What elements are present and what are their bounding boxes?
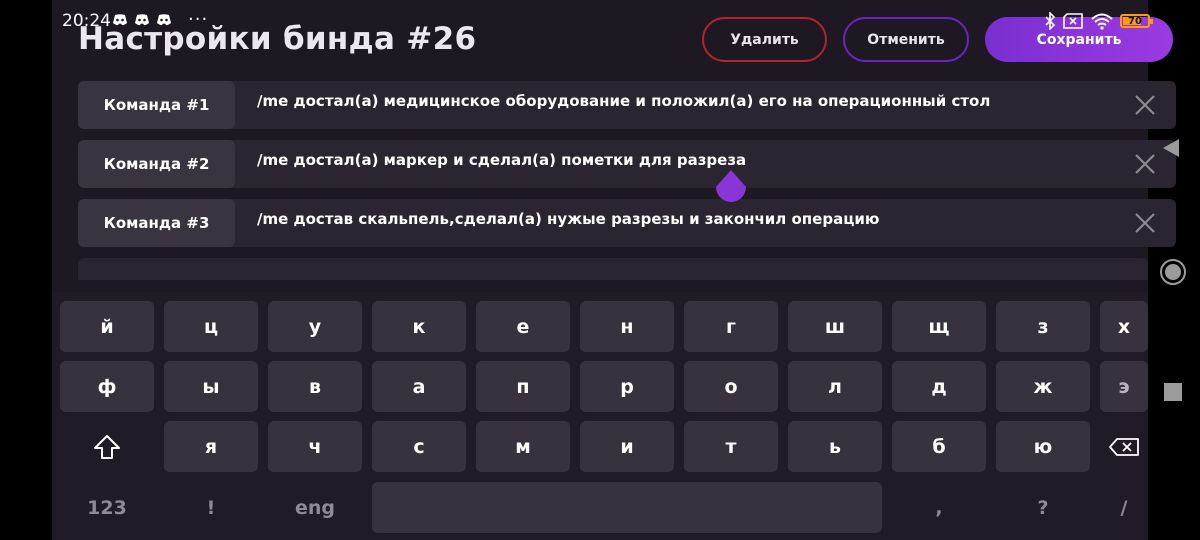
command-row-partial bbox=[78, 258, 1148, 280]
space-key[interactable] bbox=[372, 482, 882, 533]
key-ь[interactable]: ь bbox=[788, 421, 882, 472]
close-icon[interactable] bbox=[1134, 94, 1156, 116]
keyboard: й ц у к е н г ш щ з х ф ы в а п р о л д … bbox=[52, 292, 1148, 540]
nav-back-icon[interactable] bbox=[1162, 138, 1180, 158]
language-key[interactable]: eng bbox=[268, 482, 362, 533]
key-с[interactable]: с bbox=[372, 421, 466, 472]
more-notifications-icon: ··· bbox=[188, 9, 209, 30]
wifi-icon bbox=[1091, 13, 1113, 30]
key-т[interactable]: т bbox=[684, 421, 778, 472]
key-з[interactable]: з bbox=[996, 301, 1090, 352]
discord-icon bbox=[157, 14, 171, 26]
key-й[interactable]: й bbox=[60, 301, 154, 352]
key-д[interactable]: д bbox=[892, 361, 986, 412]
nav-recent-icon[interactable] bbox=[1164, 383, 1182, 401]
key-э[interactable]: э bbox=[1100, 361, 1148, 412]
command-label[interactable]: Команда #2 bbox=[78, 140, 235, 188]
key-slash[interactable]: / bbox=[1100, 482, 1148, 533]
close-icon[interactable] bbox=[1134, 153, 1156, 175]
close-icon[interactable] bbox=[1134, 212, 1156, 234]
key-п[interactable]: п bbox=[476, 361, 570, 412]
key-н[interactable]: н bbox=[580, 301, 674, 352]
command-input[interactable]: /me достал(а) маркер и сделал(а) пометки… bbox=[257, 151, 746, 169]
key-ц[interactable]: ц bbox=[164, 301, 258, 352]
key-comma[interactable]: , bbox=[892, 482, 986, 533]
command-input[interactable]: /me достав скальпель,сделал(а) нужые раз… bbox=[257, 210, 879, 228]
key-г[interactable]: г bbox=[684, 301, 778, 352]
command-label[interactable]: Команда #1 bbox=[78, 81, 235, 129]
key-а[interactable]: а bbox=[372, 361, 466, 412]
key-б[interactable]: б bbox=[892, 421, 986, 472]
command-input[interactable]: /me достал(а) медицинское оборудование и… bbox=[257, 92, 990, 110]
key-ф[interactable]: ф bbox=[60, 361, 154, 412]
text-cursor-handle-icon[interactable] bbox=[714, 168, 748, 206]
key-щ[interactable]: щ bbox=[892, 301, 986, 352]
key-ш[interactable]: ш bbox=[788, 301, 882, 352]
discord-icon bbox=[113, 14, 127, 26]
battery-percent: 70 bbox=[1128, 15, 1142, 27]
status-time: 20:24 bbox=[62, 11, 111, 31]
key-х[interactable]: х bbox=[1100, 301, 1148, 352]
key-ы[interactable]: ы bbox=[164, 361, 258, 412]
status-icons: 70 bbox=[1044, 10, 1153, 32]
key-exclaim[interactable]: ! bbox=[164, 482, 258, 533]
command-row: Команда #2 /me достал(а) маркер и сделал… bbox=[78, 140, 1176, 188]
key-м[interactable]: м bbox=[476, 421, 570, 472]
shift-icon bbox=[94, 434, 120, 459]
backspace-key[interactable] bbox=[1100, 421, 1148, 472]
command-label[interactable]: Команда #3 bbox=[78, 199, 235, 247]
key-и[interactable]: и bbox=[580, 421, 674, 472]
nav-home-icon[interactable] bbox=[1159, 258, 1187, 286]
bluetooth-icon bbox=[1045, 12, 1056, 30]
discord-icon bbox=[135, 14, 149, 26]
backspace-icon bbox=[1109, 437, 1139, 456]
battery-icon: 70 bbox=[1120, 14, 1153, 28]
key-о[interactable]: о bbox=[684, 361, 778, 412]
command-row: Команда #1 /me достал(а) медицинское обо… bbox=[78, 81, 1176, 129]
key-е[interactable]: е bbox=[476, 301, 570, 352]
key-у[interactable]: у bbox=[268, 301, 362, 352]
shift-key[interactable] bbox=[60, 421, 154, 472]
key-question[interactable]: ? bbox=[996, 482, 1090, 533]
sim-icon bbox=[1063, 13, 1083, 29]
command-row: Команда #3 /me достав скальпель,сделал(а… bbox=[78, 199, 1176, 247]
key-ч[interactable]: ч bbox=[268, 421, 362, 472]
numbers-key[interactable]: 123 bbox=[60, 482, 154, 533]
status-bar: 20:24 ··· 70 bbox=[60, 8, 1153, 34]
key-л[interactable]: л bbox=[788, 361, 882, 412]
key-ю[interactable]: ю bbox=[996, 421, 1090, 472]
key-р[interactable]: р bbox=[580, 361, 674, 412]
key-к[interactable]: к bbox=[372, 301, 466, 352]
key-я[interactable]: я bbox=[164, 421, 258, 472]
key-ж[interactable]: ж bbox=[996, 361, 1090, 412]
key-в[interactable]: в bbox=[268, 361, 362, 412]
